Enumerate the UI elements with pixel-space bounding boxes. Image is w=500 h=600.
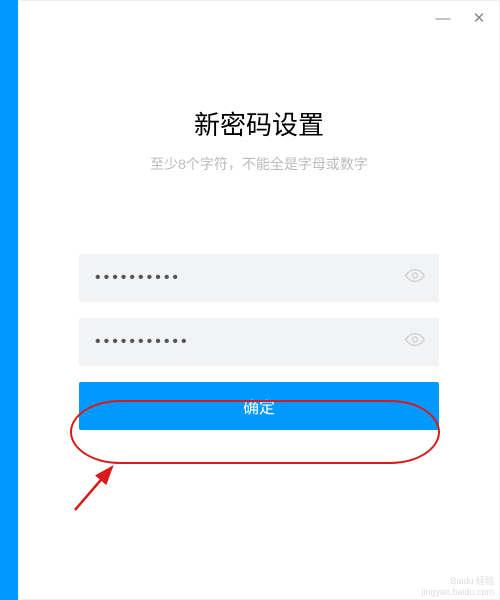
blue-accent-strip: [0, 0, 18, 600]
dialog-title: 新密码设置: [79, 105, 439, 142]
eye-icon[interactable]: [405, 266, 425, 291]
close-button[interactable]: ✕: [469, 9, 489, 27]
confirm-password-field-wrap: [79, 318, 439, 366]
titlebar: — ✕: [19, 1, 499, 35]
watermark-line2: jingyan.baidu.com: [421, 587, 494, 598]
confirm-password-input[interactable]: [79, 318, 439, 366]
confirm-button[interactable]: 确定: [79, 382, 439, 430]
dialog-subtitle: 至少8个字符，不能全是字母或数字: [79, 154, 439, 174]
minimize-button[interactable]: —: [433, 10, 453, 27]
dialog-window: — ✕ 新密码设置 至少8个字符，不能全是字母或数字 确定: [18, 0, 500, 600]
watermark: Baidu 经验 jingyan.baidu.com: [421, 576, 494, 598]
content-area: 新密码设置 至少8个字符，不能全是字母或数字 确定: [19, 35, 499, 430]
new-password-input[interactable]: [79, 254, 439, 302]
eye-icon[interactable]: [405, 330, 425, 355]
password-field-wrap: [79, 254, 439, 302]
watermark-line1: Baidu 经验: [421, 576, 494, 587]
